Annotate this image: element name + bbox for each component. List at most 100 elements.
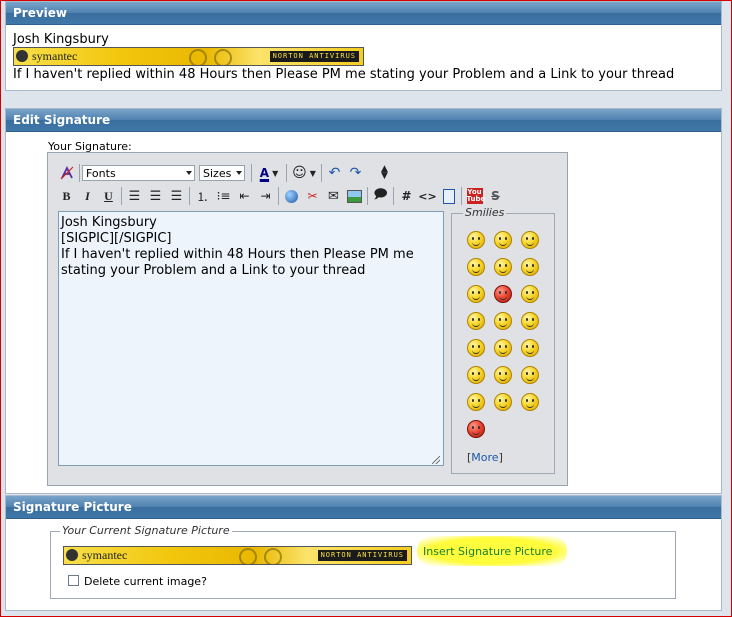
insert-email-button[interactable]: ✉ [323, 186, 344, 206]
symantec-logo-icon [66, 549, 78, 561]
indent-icon: ⇥ [260, 189, 271, 203]
current-signature-picture-fieldset: Your Current Signature Picture [50, 524, 676, 599]
text-color-icon: A [259, 166, 270, 180]
current-signature-picture-legend: Your Current Signature Picture [60, 524, 232, 537]
toolbar-row-2: B I U ☰ ☰ ☰ ⒈ ⁝≡ ⇤ ⇥ ✂ ✉ 🗩 # <> You Tube… [56, 185, 506, 207]
toolbar-separator [461, 187, 462, 205]
signature-textarea[interactable]: Josh Kingsbury [SIGPIC][/SIGPIC] If I ha… [58, 211, 444, 466]
smilie-smile-icon[interactable] [494, 231, 512, 249]
banner-brand: symantec [32, 49, 78, 63]
remove-link-button[interactable]: ✂ [302, 186, 323, 206]
redo-button[interactable]: ↷ [345, 163, 366, 183]
symantec-logo-icon [16, 50, 28, 62]
unlink-icon: ✂ [307, 189, 318, 203]
smilie-eek-icon[interactable] [521, 285, 539, 303]
code-button[interactable]: <> [417, 186, 438, 206]
underline-icon: U [104, 188, 113, 203]
insert-signature-picture-link[interactable]: Insert Signature Picture [423, 545, 552, 558]
banner-brand: symantec [82, 548, 128, 562]
email-icon: ✉ [328, 188, 339, 204]
smilie-angry-icon[interactable] [521, 231, 539, 249]
delete-image-checkbox[interactable] [68, 575, 79, 586]
smiley-icon: ☺ [292, 165, 307, 181]
smilie-sick-icon[interactable] [467, 231, 485, 249]
unordered-list-button[interactable]: ⁝≡ [213, 186, 234, 206]
align-right-icon: ☰ [170, 188, 183, 204]
smilie-happy-icon[interactable] [467, 258, 485, 276]
smilie-devil-icon[interactable] [467, 420, 485, 438]
italic-icon: I [85, 188, 90, 203]
delete-image-label: Delete current image? [84, 575, 207, 588]
strikethrough-icon: S [491, 189, 500, 203]
preview-header: Preview [6, 2, 721, 25]
smilie-shout-icon[interactable] [467, 393, 485, 411]
smilie-neutral-icon[interactable] [494, 366, 512, 384]
php-button[interactable] [438, 186, 459, 206]
outdent-icon: ⇤ [239, 189, 250, 203]
quote-button[interactable]: 🗩 [370, 186, 391, 206]
chevron-down-icon [186, 171, 192, 175]
preview-message: If I haven't replied within 48 Hours the… [13, 67, 675, 82]
insert-link-button[interactable] [281, 186, 302, 206]
strikethrough-button[interactable]: S [485, 186, 506, 206]
smilie-grin-icon[interactable] [521, 393, 539, 411]
fonts-select[interactable]: Fonts [82, 165, 195, 181]
sizes-select[interactable]: Sizes [199, 165, 245, 181]
smilie-nerd-icon[interactable] [467, 339, 485, 357]
smilie-cool-icon[interactable] [521, 366, 539, 384]
textarea-resize-grip[interactable] [432, 456, 440, 464]
chevron-down-icon: ▼ [309, 168, 316, 178]
toolbar-separator [286, 164, 287, 182]
smilies-title: Smilies [463, 206, 507, 219]
document-icon [442, 188, 455, 204]
text-color-button[interactable]: A ▼ [254, 163, 284, 183]
align-left-icon: ☰ [128, 188, 141, 204]
edit-signature-header: Edit Signature [6, 109, 721, 132]
youtube-icon: You Tube [466, 188, 486, 204]
quote-icon: 🗩 [373, 187, 388, 202]
smilie-wink-icon[interactable] [494, 339, 512, 357]
current-signature-picture-image: symantec NORTON ANTIVIRUS [63, 546, 412, 565]
smilie-blush-icon[interactable] [521, 339, 539, 357]
smilie-surprised-icon[interactable] [467, 366, 485, 384]
smilie-party-icon[interactable] [494, 393, 512, 411]
toolbar-separator [189, 187, 190, 205]
banner-swirl-icon [239, 548, 257, 564]
align-left-button[interactable]: ☰ [124, 186, 145, 206]
hash-button[interactable]: # [396, 186, 417, 206]
chevron-down-icon [236, 171, 242, 175]
smilies-more: [More] [467, 451, 503, 464]
smilie-frown-icon[interactable] [521, 258, 539, 276]
smilie-tongue-icon[interactable] [521, 312, 539, 330]
outdent-button[interactable]: ⇤ [234, 186, 255, 206]
align-center-icon: ☰ [149, 188, 162, 204]
smilie-mad-icon[interactable] [494, 285, 512, 303]
indent-button[interactable]: ⇥ [255, 186, 276, 206]
align-center-button[interactable]: ☰ [145, 186, 166, 206]
bold-button[interactable]: B [56, 186, 77, 206]
smilie-shy-icon[interactable] [467, 285, 485, 303]
youtube-button[interactable]: You Tube [464, 186, 485, 206]
fonts-select-value: Fonts [86, 167, 116, 180]
toolbar-separator [393, 187, 394, 205]
toolbar-row-1: Fonts Sizes A ▼ ☺ ▼ ↶ ↷ ▲ ▼ [56, 162, 395, 184]
underline-button[interactable]: U [98, 186, 119, 206]
remove-format-icon[interactable] [56, 163, 77, 183]
resize-editor-button[interactable]: ▲ ▼ [374, 163, 395, 183]
code-icon: <> [418, 189, 437, 203]
smilies-more-link[interactable]: More [471, 451, 498, 464]
smilie-button[interactable]: ☺ ▼ [289, 163, 319, 183]
unordered-list-icon: ⁝≡ [216, 189, 231, 203]
insert-image-button[interactable] [344, 186, 365, 206]
banner-swirl-icon [264, 548, 282, 564]
toolbar-separator [367, 187, 368, 205]
align-right-button[interactable]: ☰ [166, 186, 187, 206]
smilie-rolleyes-icon[interactable] [494, 312, 512, 330]
smilie-mute-icon[interactable] [467, 312, 485, 330]
undo-button[interactable]: ↶ [324, 163, 345, 183]
ordered-list-button[interactable]: ⒈ [192, 186, 213, 206]
bold-icon: B [62, 188, 71, 203]
smilie-confused-icon[interactable] [494, 258, 512, 276]
italic-button[interactable]: I [77, 186, 98, 206]
chevron-down-icon: ▼ [272, 168, 279, 178]
